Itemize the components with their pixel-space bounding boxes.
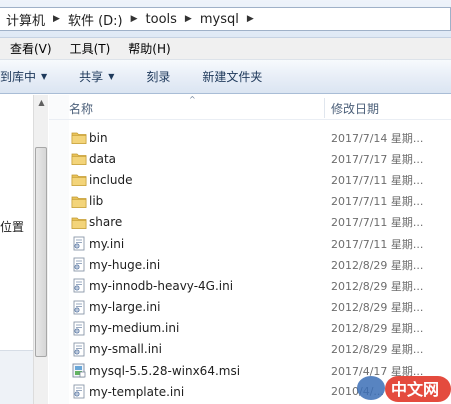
file-row[interactable]: data 2017/7/17 星期...: [49, 148, 451, 169]
file-list: ^ 名称 修改日期 bin 2017/7/14 星期... data 2017/7/1…: [49, 95, 451, 404]
file-name: include: [89, 172, 133, 187]
chevron-down-icon: ▼: [41, 72, 48, 81]
file-modified-date: 2012/8/29 星期...: [331, 279, 424, 293]
menu-tools[interactable]: 工具(T): [60, 40, 119, 57]
watermark-logo: 中文网: [355, 372, 451, 404]
file-modified-date: 2017/7/11 星期...: [331, 216, 424, 230]
file-row[interactable]: my-small.ini 2012/8/29 星期...: [49, 339, 451, 360]
file-modified-date: 2012/8/29 星期...: [331, 258, 424, 272]
column-headers: ^ 名称 修改日期: [49, 95, 451, 120]
file-name: my-large.ini: [89, 300, 161, 315]
file-modified-date: 2017/7/17 星期...: [331, 152, 424, 166]
folder-icon: [71, 172, 87, 187]
share-label: 共享: [79, 70, 104, 84]
column-divider[interactable]: [324, 98, 325, 118]
file-row[interactable]: my-huge.ini 2012/8/29 星期...: [49, 254, 451, 275]
config-file-icon: [71, 278, 87, 293]
config-file-icon: [71, 384, 87, 399]
file-rows: bin 2017/7/14 星期... data 2017/7/17 星期... inc…: [49, 127, 451, 402]
file-name: my-huge.ini: [89, 257, 161, 272]
file-modified-date: 2017/7/11 星期...: [331, 237, 424, 251]
nav-scrollbar[interactable]: ▲: [33, 95, 48, 404]
file-name: my-innodb-heavy-4G.ini: [89, 278, 234, 293]
share-button[interactable]: 共享 ▼: [63, 68, 130, 85]
config-file-icon: [71, 321, 87, 336]
file-name: mysql-5.5.28-winx64.msi: [89, 363, 241, 378]
file-modified-date: 2012/8/29 星期...: [331, 343, 424, 357]
breadcrumb-mysql[interactable]: mysql: [196, 12, 243, 27]
config-file-icon: [71, 257, 87, 272]
watermark-text: 中文网: [391, 380, 440, 399]
file-name: data: [89, 151, 117, 166]
folder-icon: [71, 215, 87, 230]
include-in-library-label: 到库中: [0, 70, 37, 84]
breadcrumb-tools[interactable]: tools: [142, 12, 181, 27]
file-modified-date: 2017/7/11 星期...: [331, 195, 424, 209]
file-modified-date: 2012/8/29 星期...: [331, 322, 424, 336]
config-file-icon: [71, 236, 87, 251]
scroll-up-icon[interactable]: ▲: [34, 95, 49, 111]
file-modified-date: 2017/7/11 星期...: [331, 173, 424, 187]
file-name: bin: [89, 130, 108, 145]
column-header-date[interactable]: 修改日期: [331, 95, 379, 120]
config-file-icon: [71, 300, 87, 315]
file-row[interactable]: my-large.ini 2012/8/29 星期...: [49, 297, 451, 318]
menu-view[interactable]: 查看(V): [0, 40, 60, 57]
menu-help[interactable]: 帮助(H): [118, 40, 178, 57]
column-header-name[interactable]: 名称: [69, 95, 93, 120]
chevron-right-icon[interactable]: ▶: [127, 14, 142, 24]
nav-item-location[interactable]: 位置: [0, 218, 24, 235]
file-row[interactable]: my.ini 2017/7/11 星期...: [49, 233, 451, 254]
file-row[interactable]: lib 2017/7/11 星期...: [49, 191, 451, 212]
file-name: my.ini: [89, 236, 125, 251]
nav-pane-lower-area: [0, 350, 33, 404]
file-name: lib: [89, 194, 104, 209]
file-modified-date: 2017/7/14 星期...: [331, 131, 424, 145]
chevron-down-icon: ▼: [108, 72, 115, 81]
menu-bar: 查看(V) 工具(T) 帮助(H): [0, 38, 451, 60]
chevron-right-icon[interactable]: ▶: [49, 14, 64, 24]
scrollbar-thumb[interactable]: [35, 147, 47, 357]
sort-ascending-icon: ^: [189, 95, 196, 104]
file-name: my-medium.ini: [89, 321, 180, 336]
breadcrumb-computer[interactable]: 计算机: [0, 10, 49, 29]
command-bar: 到库中 ▼ 共享 ▼ 刻录 新建文件夹: [0, 60, 451, 94]
new-folder-button[interactable]: 新建文件夹: [186, 68, 278, 85]
config-file-icon: [71, 342, 87, 357]
breadcrumb-drive-d[interactable]: 软件 (D:): [64, 10, 127, 29]
file-modified-date: 2012/8/29 星期...: [331, 301, 424, 315]
folder-icon: [71, 151, 87, 166]
file-name: my-template.ini: [89, 384, 185, 399]
installer-file-icon: [71, 363, 87, 378]
breadcrumb[interactable]: 计算机 ▶ 软件 (D:) ▶ tools ▶ mysql ▶: [0, 7, 451, 31]
folder-icon: [71, 130, 87, 145]
file-row[interactable]: share 2017/7/11 星期...: [49, 212, 451, 233]
chevron-right-icon[interactable]: ▶: [181, 14, 196, 24]
chevron-right-icon[interactable]: ▶: [243, 14, 258, 24]
include-in-library-button[interactable]: 到库中 ▼: [0, 68, 63, 85]
file-row[interactable]: bin 2017/7/14 星期...: [49, 127, 451, 148]
file-name: my-small.ini: [89, 342, 162, 357]
file-row[interactable]: my-medium.ini 2012/8/29 星期...: [49, 318, 451, 339]
folder-icon: [71, 194, 87, 209]
file-row[interactable]: my-innodb-heavy-4G.ini 2012/8/29 星期...: [49, 275, 451, 296]
burn-button[interactable]: 刻录: [130, 68, 186, 85]
navigation-pane: 位置 ▲: [0, 95, 48, 404]
file-name: share: [89, 215, 123, 230]
address-bar: 计算机 ▶ 软件 (D:) ▶ tools ▶ mysql ▶: [0, 0, 451, 38]
file-row[interactable]: include 2017/7/11 星期...: [49, 169, 451, 190]
